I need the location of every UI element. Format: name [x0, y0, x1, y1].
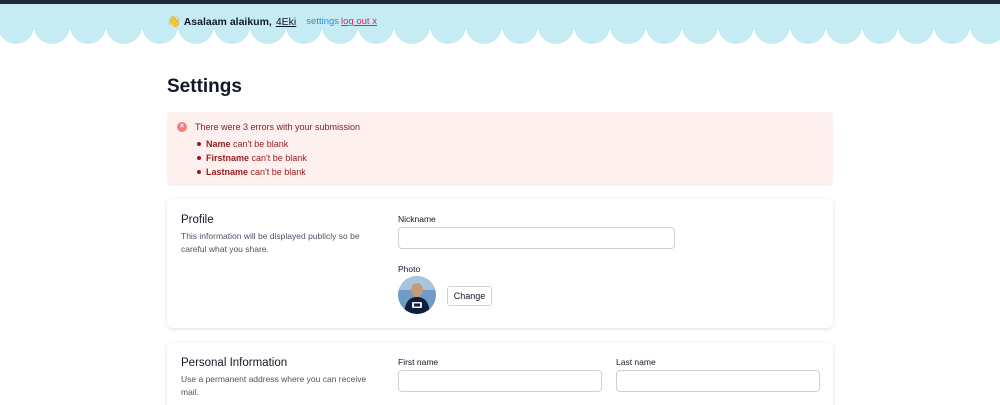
- change-photo-button[interactable]: Change: [447, 286, 492, 306]
- username-link[interactable]: 4Eki: [276, 16, 296, 28]
- error-field: Lastname: [206, 167, 249, 177]
- avatar: [398, 276, 436, 314]
- error-item: Name can't be blank: [195, 137, 307, 151]
- cloud-border: [0, 4, 1000, 44]
- wave-icon: 👋: [167, 16, 181, 28]
- error-field: Firstname: [206, 153, 250, 163]
- error-item: Lastname can't be blank: [195, 165, 307, 179]
- error-field: Name: [206, 139, 231, 149]
- error-message: can't be blank: [251, 153, 307, 163]
- last-name-label: Last name: [616, 357, 656, 367]
- profile-title: Profile: [181, 214, 214, 226]
- personal-info-title: Personal Information: [181, 357, 288, 369]
- error-item: Firstname can't be blank: [195, 151, 307, 165]
- header-bar: 👋 Asalaam alaikum, 4Eki settings log out…: [0, 4, 1000, 44]
- greeting-line: 👋 Asalaam alaikum, 4Eki settings log out…: [167, 15, 377, 29]
- page-title: Settings: [167, 76, 242, 97]
- last-name-input[interactable]: [616, 370, 820, 392]
- personal-info-card: Personal Information Use a permanent add…: [167, 343, 833, 405]
- x-circle-icon: ×: [177, 122, 187, 132]
- error-message: can't be blank: [233, 139, 289, 149]
- logout-link[interactable]: log out x: [341, 16, 377, 27]
- photo-label: Photo: [398, 264, 421, 274]
- personal-info-description: Use a permanent address where you can re…: [181, 374, 367, 397]
- nickname-label: Nickname: [398, 214, 436, 224]
- error-list: Name can't be blank Firstname can't be b…: [195, 137, 307, 179]
- nickname-input[interactable]: [398, 227, 675, 249]
- first-name-input[interactable]: [398, 370, 602, 392]
- error-alert: × There were 3 errors with your submissi…: [167, 112, 833, 186]
- settings-link[interactable]: settings: [306, 16, 339, 27]
- error-message: can't be blank: [250, 167, 306, 177]
- alert-title: There were 3 errors with your submission: [195, 122, 361, 132]
- first-name-label: First name: [398, 357, 439, 367]
- profile-card: Profile This information will be display…: [167, 199, 833, 328]
- profile-description: This information will be displayed publi…: [181, 231, 360, 254]
- greeting-text: Asalaam alaikum,: [183, 15, 272, 28]
